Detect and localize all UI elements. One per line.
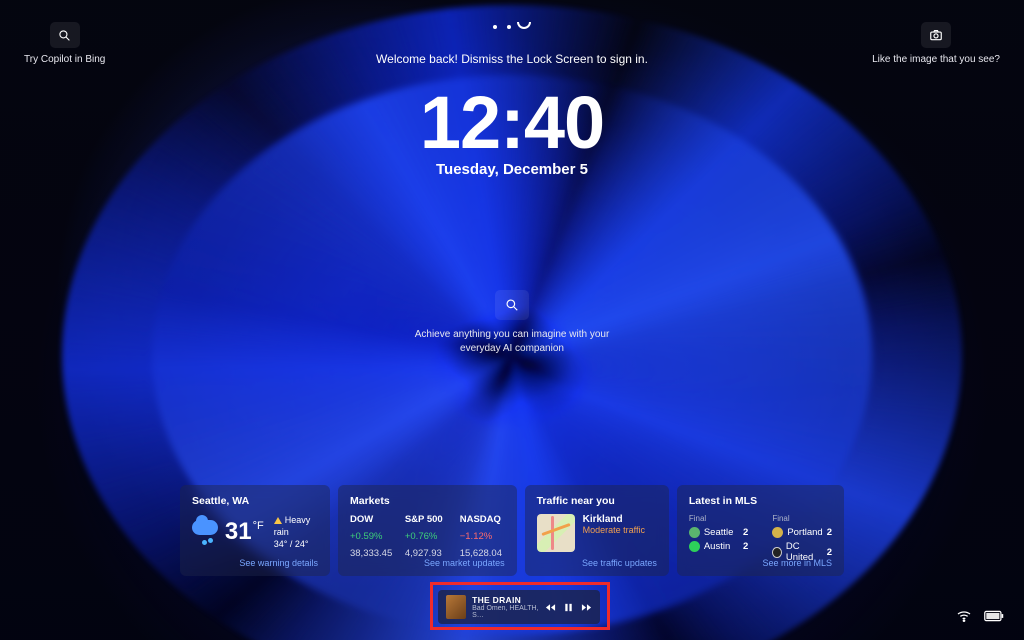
camera-icon <box>921 22 951 48</box>
markets-link[interactable]: See market updates <box>424 558 505 568</box>
battery-icon[interactable] <box>984 610 1004 622</box>
rain-icon <box>192 518 215 546</box>
markets-card[interactable]: Markets DOW S&P 500 NASDAQ +0.59% +0.76%… <box>338 485 517 576</box>
team-badge-icon <box>689 527 700 538</box>
traffic-status: Moderate traffic <box>583 525 645 535</box>
media-control[interactable]: THE DRAIN Bad Omen, HEALTH, S… <box>438 590 600 624</box>
search-icon <box>495 290 529 320</box>
clock[interactable]: 12:40 Tuesday, December 5 <box>0 80 1024 178</box>
center-copilot-line1: Achieve anything you can imagine with yo… <box>415 329 610 340</box>
team-badge-icon <box>772 527 783 538</box>
weather-hi-lo: 34° / 24° <box>274 538 318 550</box>
traffic-title: Traffic near you <box>537 495 657 507</box>
center-copilot[interactable]: Achieve anything you can imagine with yo… <box>0 290 1024 355</box>
map-icon <box>537 514 575 552</box>
mls-team-row: Austin2 <box>689 541 748 552</box>
mls-card[interactable]: Latest in MLS Final Seattle2 Austin2 Fin… <box>677 485 844 576</box>
album-art <box>446 595 466 619</box>
markets-title: Markets <box>350 495 505 507</box>
search-icon <box>50 22 80 48</box>
mls-link[interactable]: See more in MLS <box>762 558 832 568</box>
pause-icon[interactable] <box>563 602 574 613</box>
traffic-card[interactable]: Traffic near you Kirkland Moderate traff… <box>525 485 669 576</box>
traffic-link[interactable]: See traffic updates <box>582 558 657 568</box>
mls-final: Final <box>689 514 748 523</box>
windows-hello-icon <box>493 22 531 29</box>
warning-icon <box>274 517 282 524</box>
media-track-artist: Bad Omen, HEALTH, S… <box>472 605 539 619</box>
previous-icon[interactable] <box>545 602 556 613</box>
welcome-text: Welcome back! Dismiss the Lock Screen to… <box>0 52 1024 66</box>
weather-card[interactable]: Seattle, WA 31°F Heavy rain 34° / 24° Se… <box>180 485 330 576</box>
market-val: 38,333.45 <box>350 548 395 559</box>
team-badge-icon <box>772 547 782 558</box>
team-badge-icon <box>689 541 700 552</box>
market-pct: +0.59% <box>350 531 395 542</box>
weather-link[interactable]: See warning details <box>239 558 318 568</box>
clock-date: Tuesday, December 5 <box>0 161 1024 178</box>
market-pct: +0.76% <box>405 531 450 542</box>
weather-unit: °F <box>253 520 264 532</box>
mls-final: Final <box>772 514 832 523</box>
mls-team-row: Seattle2 <box>689 527 748 538</box>
market-name: NASDAQ <box>460 514 505 525</box>
widget-row: Seattle, WA 31°F Heavy rain 34° / 24° Se… <box>180 485 844 576</box>
mls-team-row: Portland2 <box>772 527 832 538</box>
market-name: S&P 500 <box>405 514 450 525</box>
market-name: DOW <box>350 514 395 525</box>
weather-temp: 31 <box>225 518 252 545</box>
media-track-title: THE DRAIN <box>472 595 539 605</box>
market-pct: −1.12% <box>460 531 505 542</box>
clock-time: 12:40 <box>0 80 1024 165</box>
wifi-icon[interactable] <box>956 608 972 624</box>
next-icon[interactable] <box>581 602 592 613</box>
center-copilot-line2: everyday AI companion <box>460 343 564 354</box>
weather-title: Seattle, WA <box>192 495 318 507</box>
system-tray <box>956 608 1004 624</box>
mls-title: Latest in MLS <box>689 495 832 507</box>
traffic-location: Kirkland <box>583 514 645 525</box>
